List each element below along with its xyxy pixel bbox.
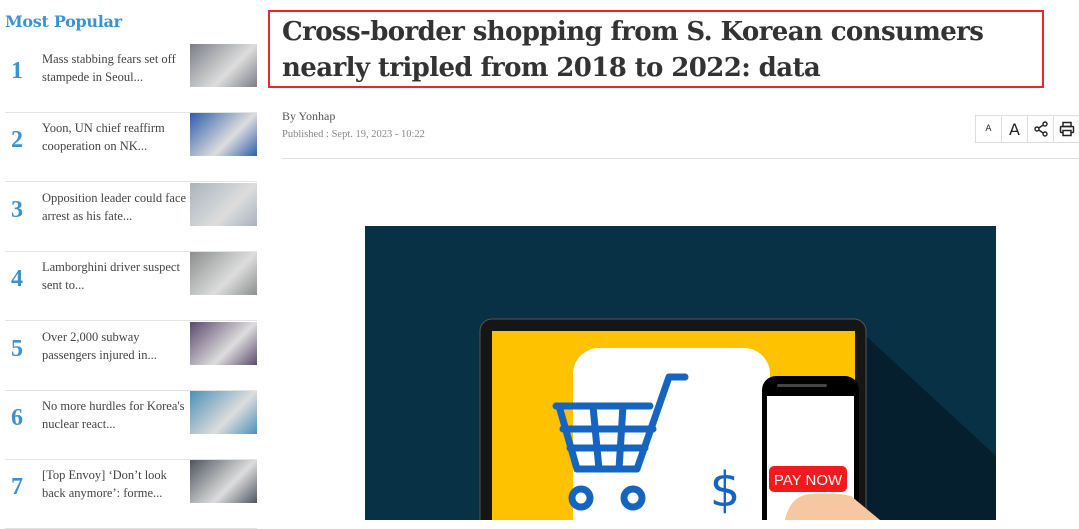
rank-number: 2 [11,127,23,154]
pay-now-label: PAY NOW [774,472,843,489]
print-button[interactable] [1054,116,1079,142]
popular-item[interactable]: 1 Mass stabbing fears set off stampede i… [5,44,257,113]
thumbnail-image[interactable] [190,44,257,87]
article-hero-image: $ PAY NOW [365,226,996,520]
popular-item[interactable]: 4 Lamborghini driver suspect sent to... [5,252,257,322]
rank-number: 7 [11,474,23,501]
popular-item[interactable]: 5 Over 2,000 subway passengers injured i… [5,321,257,391]
thumbnail-image[interactable] [190,252,257,296]
headline-link[interactable]: Mass stabbing fears set off stampede in … [42,50,190,86]
font-small-label: A [985,124,992,134]
thumbnail-image[interactable] [190,391,257,434]
article-title: Cross-border shopping from S. Korean con… [282,17,984,83]
thumbnail-image[interactable] [190,321,257,365]
dollar-icon: $ [710,462,741,518]
thumbnail-image[interactable] [190,113,257,157]
font-large-label: A [1009,119,1020,139]
article-tools: A A [975,115,1079,143]
headline-link[interactable]: Lamborghini driver suspect sent to... [42,258,190,294]
rank-number: 6 [11,405,23,431]
share-icon [1033,121,1048,137]
headline-link[interactable]: No more hurdles for Korea's nuclear reac… [42,397,190,433]
byline: By Yonhap [282,109,336,123]
published-date: Published : Sept. 19, 2023 - 10:22 [282,129,425,140]
popular-item[interactable]: 2 Yoon, UN chief reaffirm cooperation on… [5,113,257,183]
headline-link[interactable]: Yoon, UN chief reaffirm cooperation on N… [42,119,190,155]
rank-number: 4 [11,266,23,293]
thumbnail-image[interactable] [190,182,257,226]
headline-link[interactable]: Opposition leader could face arrest as h… [42,189,190,225]
print-icon [1059,121,1075,137]
divider [282,158,1079,159]
headline-link[interactable]: [Top Envoy] ‘Don’t look back anymore’: f… [42,466,190,502]
font-increase-button[interactable]: A [1002,116,1028,142]
popular-item[interactable]: 3 Opposition leader could face arrest as… [5,182,257,252]
rank-number: 5 [11,335,23,362]
font-decrease-button[interactable]: A [976,116,1002,142]
share-button[interactable] [1028,116,1054,142]
popular-item[interactable]: 6 No more hurdles for Korea's nuclear re… [5,391,257,460]
headline-link[interactable]: Over 2,000 subway passengers injured in.… [42,328,190,364]
most-popular-title: Most Popular [5,12,122,31]
rank-number: 1 [11,58,23,84]
thumbnail-image[interactable] [190,460,257,504]
popular-item[interactable]: 7 [Top Envoy] ‘Don’t look back anymore’:… [5,460,257,529]
rank-number: 3 [11,196,23,223]
